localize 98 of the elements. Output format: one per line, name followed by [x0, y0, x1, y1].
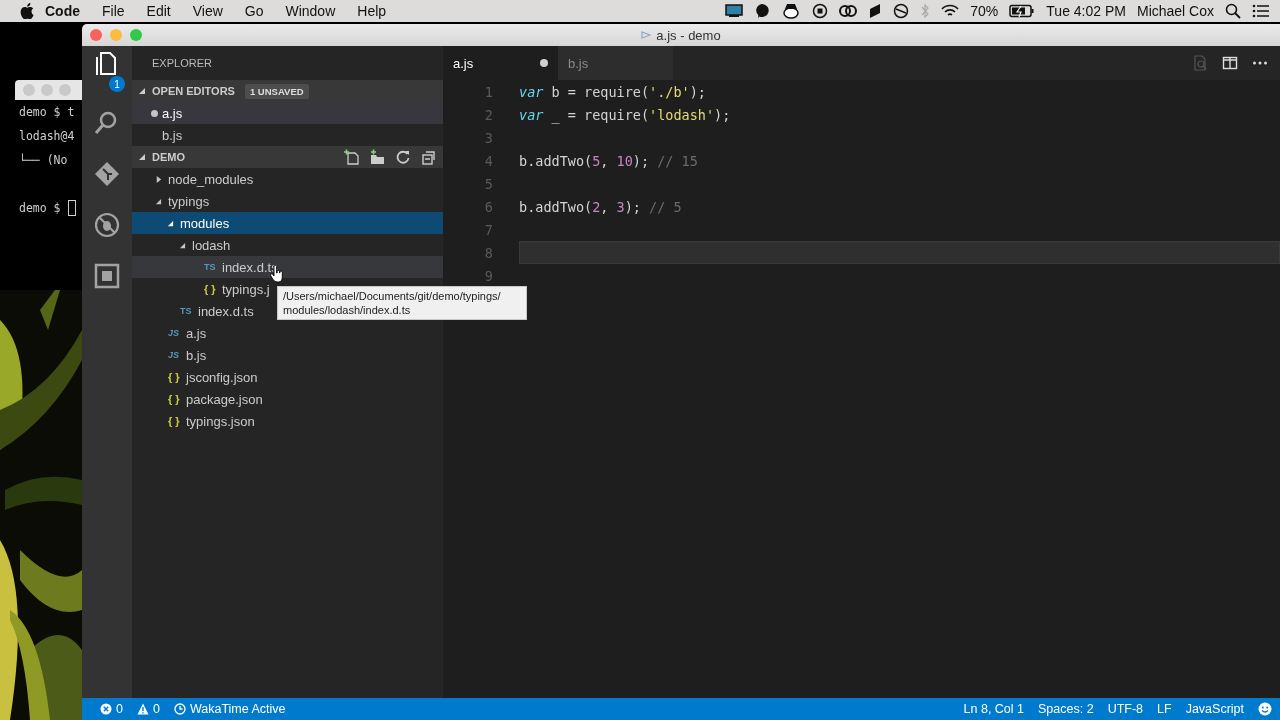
debug-icon[interactable]	[93, 210, 121, 239]
line-number: 1	[483, 83, 493, 100]
menu-item[interactable]: View	[181, 3, 234, 19]
code-line: b.addTwo(2, 3); // 5	[519, 197, 683, 217]
section-header[interactable]: OPEN EDITORS	[152, 85, 235, 97]
line-number: 6	[483, 198, 493, 215]
line-number: 5	[483, 175, 493, 192]
apple-icon[interactable]	[20, 3, 34, 19]
status-item[interactable]: Ln 8, Col 1	[963, 702, 1025, 716]
terminal-cursor	[67, 200, 76, 216]
status-item[interactable]: 0	[136, 702, 160, 716]
line-number: 8	[483, 244, 493, 261]
section-header[interactable]: DEMO	[152, 151, 185, 163]
terminal-prompt: demo $	[19, 200, 61, 217]
menu-item[interactable]: Window	[274, 3, 347, 19]
status-item[interactable]: JavaScript	[1185, 702, 1244, 716]
code-line: var b = require('./b');	[519, 82, 707, 102]
explorer-folder-entry[interactable]: typings	[168, 193, 210, 209]
explorer-file-entry[interactable]: typings.j	[222, 281, 270, 297]
json-file-icon: { }	[168, 415, 180, 427]
explorer-file-entry[interactable]: index.d.ts	[198, 303, 254, 319]
circle-slash-icon[interactable]	[893, 3, 910, 19]
status-item[interactable]: LF	[1157, 702, 1172, 716]
status-item[interactable]: UTF-8	[1107, 702, 1144, 716]
menu-item[interactable]: Go	[233, 3, 275, 19]
line-number: 3	[483, 129, 493, 146]
explorer-file-entry[interactable]: index.d.ts	[222, 259, 278, 275]
terminal-line: demo $ t	[19, 104, 75, 121]
open-editor-item[interactable]: b.js	[162, 127, 183, 143]
explorer-file-entry[interactable]: jsconfig.json	[186, 369, 258, 385]
line-number: 4	[483, 152, 493, 169]
json-file-icon: { }	[168, 371, 180, 383]
new-folder-icon[interactable]	[369, 149, 385, 165]
git-icon[interactable]	[93, 159, 121, 188]
tooltip-text: /Users/michael/Documents/git/demo/typings/	[283, 289, 502, 303]
expanded-arrow-icon[interactable]	[179, 241, 186, 249]
app-menu[interactable]: Code	[34, 3, 91, 19]
explorer-file-entry[interactable]: b.js	[186, 347, 207, 363]
collapsed-arrow-icon[interactable]	[155, 175, 162, 183]
status-item[interactable]: 0	[100, 702, 123, 716]
clock[interactable]: Tue 4:02 PM	[1046, 3, 1126, 19]
explorer-file-entry[interactable]: a.js	[186, 325, 207, 341]
smiley-icon[interactable]	[1258, 702, 1272, 716]
list-icon[interactable]	[1252, 4, 1270, 18]
battery-icon[interactable]	[1009, 4, 1036, 18]
line-number: 9	[483, 267, 493, 284]
window-title: a.js - demo	[656, 27, 721, 43]
slanted-block-icon[interactable]	[868, 3, 883, 19]
count-badge: 1	[109, 76, 125, 92]
terminal-line: └── (No	[19, 152, 68, 169]
battery-percentage: 70%	[970, 3, 999, 19]
explorer-file-entry[interactable]: package.json	[186, 391, 263, 407]
refresh-icon[interactable]	[395, 149, 411, 165]
json-file-icon: { }	[204, 283, 216, 295]
explorer-file-entry[interactable]: typings.json	[186, 413, 255, 429]
expanded-arrow-icon[interactable]	[155, 197, 162, 205]
terminal-line: lodash@4	[19, 128, 75, 145]
menu-item[interactable]: Edit	[135, 3, 182, 19]
ts-file-icon: TS	[180, 306, 192, 316]
collapse-all-icon[interactable]	[421, 149, 437, 165]
code-line: b.addTwo(5, 10); // 15	[519, 151, 699, 171]
status-item[interactable]: WakaTime Active	[173, 702, 286, 716]
user-name[interactable]: Michael Cox	[1136, 3, 1214, 19]
code-line: var _ = require('lodash');	[519, 105, 732, 126]
js-file-icon: JS	[168, 350, 180, 360]
tooltip-text: modules/lodash/index.d.ts	[283, 303, 412, 317]
expanded-arrow-icon[interactable]	[138, 87, 146, 95]
hat-icon[interactable]	[781, 3, 802, 19]
speech-bubble-icon[interactable]	[754, 3, 771, 19]
js-file-icon: JS	[168, 328, 180, 338]
line-number: 7	[483, 221, 493, 238]
editor-tab[interactable]: a.js	[443, 46, 558, 80]
extensions-icon[interactable]	[93, 261, 121, 290]
new-file-icon[interactable]	[343, 149, 359, 165]
panel-title: EXPLORER	[152, 57, 212, 69]
line-number: 2	[483, 106, 493, 123]
search-icon[interactable]	[1225, 3, 1241, 19]
monitor-icon[interactable]	[725, 4, 744, 18]
status-item[interactable]: Spaces: 2	[1038, 702, 1094, 716]
open-editor-item[interactable]: a.js	[162, 105, 183, 121]
menu-item[interactable]: File	[91, 3, 136, 19]
menu-item[interactable]: Help	[346, 3, 398, 19]
explorer-folder-entry[interactable]: lodash	[192, 237, 231, 253]
expanded-arrow-icon[interactable]	[167, 219, 174, 227]
ts-file-icon: TS	[204, 262, 216, 272]
split-editor-icon[interactable]	[1222, 55, 1238, 71]
editor-tab[interactable]: b.js	[558, 46, 673, 80]
clock-icon	[173, 703, 186, 715]
explorer-folder-entry[interactable]: modules	[180, 215, 230, 231]
explorer-folder-entry[interactable]: node_modules	[168, 171, 254, 187]
json-file-icon: { }	[168, 393, 180, 405]
rings-icon[interactable]	[839, 3, 858, 19]
error-icon	[100, 703, 112, 715]
expanded-arrow-icon[interactable]	[138, 153, 146, 161]
wifi-icon[interactable]	[941, 4, 960, 18]
warning-icon	[136, 703, 149, 715]
stop-icon[interactable]	[812, 3, 829, 19]
unsaved-badge: 1 UNSAVED	[244, 83, 309, 99]
